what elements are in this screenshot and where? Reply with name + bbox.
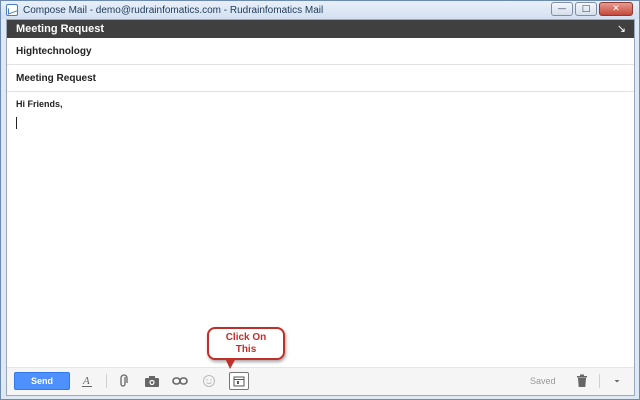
send-button[interactable]: Send — [14, 372, 70, 390]
close-button[interactable]: ✕ — [599, 2, 633, 16]
svg-text:A: A — [82, 375, 90, 387]
callout-pointer — [225, 358, 236, 369]
saved-status: Saved — [530, 376, 556, 386]
subject-field[interactable]: Meeting Request — [7, 65, 634, 92]
toolbar-divider-right — [599, 374, 600, 388]
emoji-icon[interactable] — [199, 372, 219, 390]
more-options-icon[interactable] — [607, 372, 627, 390]
window-title: Compose Mail - demo@rudrainfomatics.com … — [23, 4, 324, 16]
toolbar-divider — [106, 374, 107, 388]
expand-icon[interactable]: ↘ — [617, 23, 626, 35]
minimize-button[interactable]: — — [551, 2, 573, 16]
window-titlebar[interactable]: Compose Mail - demo@rudrainfomatics.com … — [1, 1, 639, 19]
callout-text-line1: Click On — [225, 332, 267, 343]
mail-app-icon — [6, 4, 18, 16]
text-caret — [16, 117, 17, 129]
app-window: Compose Mail - demo@rudrainfomatics.com … — [0, 0, 640, 400]
window-controls: — □ ✕ — [551, 2, 633, 16]
subject-field-value: Meeting Request — [16, 72, 97, 84]
click-here-callout: Click On This — [207, 327, 285, 360]
maximize-button[interactable]: □ — [575, 2, 597, 16]
trash-icon[interactable] — [572, 372, 592, 390]
camera-icon[interactable] — [142, 372, 162, 390]
link-icon[interactable] — [170, 372, 190, 390]
to-field-value: Hightechnology — [16, 45, 92, 57]
compose-header-title: Meeting Request — [16, 23, 105, 35]
attach-icon[interactable] — [114, 372, 134, 390]
compose-panel: Meeting Request ↘ Hightechnology Meeting… — [6, 19, 635, 396]
formatting-icon[interactable]: A — [77, 372, 97, 390]
callout-text-line2: This — [235, 344, 257, 355]
message-body[interactable]: Hi Friends, — [7, 93, 634, 367]
calendar-icon[interactable] — [229, 372, 249, 390]
compose-toolbar: Send A Saved — [7, 367, 634, 395]
to-field[interactable]: Hightechnology — [7, 38, 634, 65]
message-body-text: Hi Friends, — [16, 99, 63, 109]
compose-header: Meeting Request ↘ — [7, 20, 634, 38]
